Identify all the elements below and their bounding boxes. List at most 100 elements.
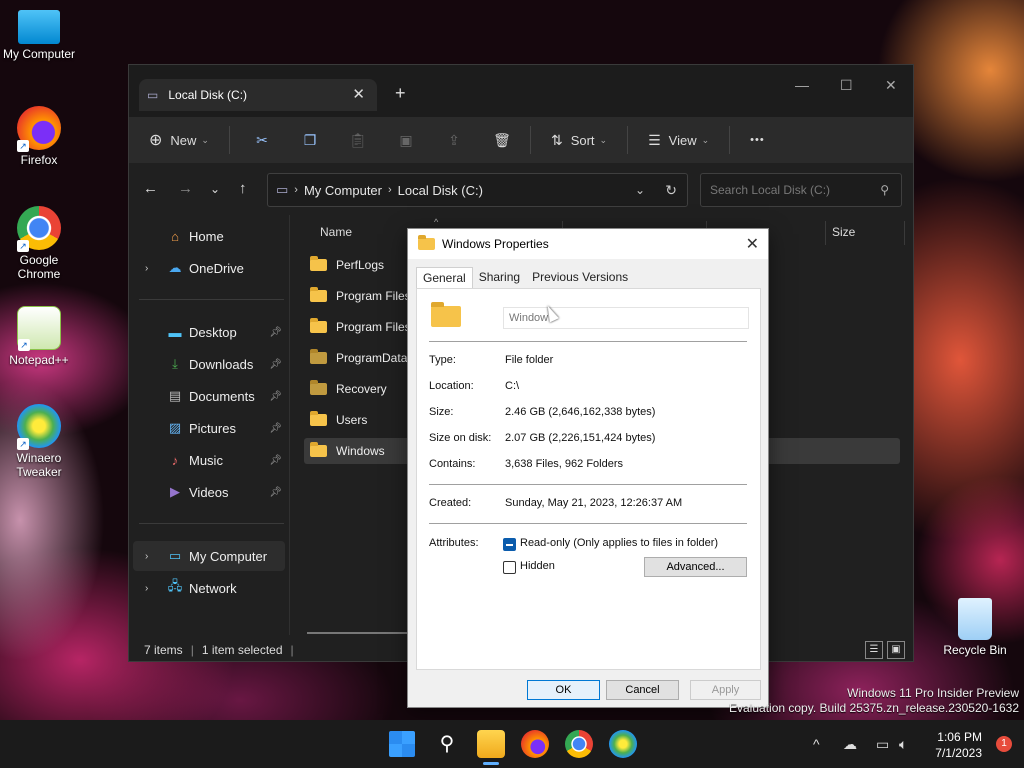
sort-button[interactable]: ⇅ Sort ⌄ xyxy=(541,125,617,155)
sidebar-item-network[interactable]: › 🖧︎ Network xyxy=(133,573,285,603)
cancel-button[interactable]: Cancel xyxy=(606,680,679,700)
chrome-icon[interactable] xyxy=(565,730,593,758)
folder-icon xyxy=(310,256,327,271)
tab-previous-versions[interactable]: Previous Versions xyxy=(526,267,634,289)
network-icon[interactable]: ▭ xyxy=(876,736,889,753)
refresh-icon[interactable]: ↻ xyxy=(665,182,677,199)
paste-icon[interactable]: 📋︎ xyxy=(344,132,372,149)
new-tab-button[interactable]: + xyxy=(395,83,406,104)
breadcrumb-local-disk[interactable]: Local Disk (C:) xyxy=(398,183,483,198)
cut-icon[interactable]: ✂ xyxy=(248,132,276,149)
show-hidden-icons-chevron-icon[interactable]: ^ xyxy=(813,736,820,752)
breadcrumb-separator-icon: › xyxy=(388,184,392,196)
firefox-icon[interactable] xyxy=(521,730,549,758)
delete-icon[interactable]: 🗑︎ xyxy=(488,132,516,149)
desktop-icon-firefox[interactable]: ↗ Firefox xyxy=(1,106,77,167)
winaero-icon: ↗ xyxy=(17,404,61,450)
column-header-name[interactable]: Name xyxy=(320,225,352,245)
volume-icon[interactable]: 🔈︎ xyxy=(899,736,907,753)
clock[interactable]: 1:06 PM 7/1/2023 xyxy=(935,729,982,761)
folder-icon xyxy=(310,318,327,333)
folder-name-field[interactable]: Window xyxy=(503,307,749,329)
hidden-checkbox[interactable] xyxy=(503,561,516,574)
sidebar-item-downloads[interactable]: ⤓ Downloads 📌︎ xyxy=(133,349,285,379)
back-arrow-icon[interactable]: ← xyxy=(143,180,158,197)
desktop-icon-winaero[interactable]: ↗ Winaero Tweaker xyxy=(1,404,77,479)
winaero-icon[interactable] xyxy=(609,730,637,758)
share-icon[interactable]: ⇪ xyxy=(440,132,468,149)
rename-icon[interactable]: ▣ xyxy=(392,132,420,149)
sidebar-item-label: Documents xyxy=(189,388,255,404)
search-icon[interactable]: ⚲ xyxy=(433,730,461,758)
address-bar[interactable]: ▭ › My Computer › Local Disk (C:) ⌄ ↻ xyxy=(267,173,688,207)
shortcut-arrow-icon: ↗ xyxy=(17,140,29,152)
desktop-icon-notepadpp[interactable]: ↗ Notepad++ xyxy=(1,306,77,367)
desktop-icon-recycle-bin[interactable]: Recycle Bin xyxy=(937,598,1013,657)
breadcrumb-my-computer[interactable]: My Computer xyxy=(304,183,382,198)
readonly-checkbox[interactable] xyxy=(503,538,516,551)
chevron-down-icon: ⌄ xyxy=(701,134,710,145)
forward-arrow-icon[interactable]: → xyxy=(178,180,193,197)
expand-chevron-icon[interactable]: › xyxy=(145,583,148,594)
breadcrumb-separator-icon: › xyxy=(294,184,298,196)
tab-title: Local Disk (C:) xyxy=(168,88,248,102)
pin-icon: 📌︎ xyxy=(269,454,282,466)
dialog-title-bar: Windows Properties ✕ xyxy=(408,229,768,259)
tab-general[interactable]: General xyxy=(416,267,473,289)
file-explorer-icon[interactable] xyxy=(477,730,505,758)
copy-icon[interactable]: ❐ xyxy=(296,132,324,149)
tab-local-disk[interactable]: ▭ Local Disk (C:) ✕ xyxy=(139,79,377,111)
up-arrow-icon[interactable]: ↑ xyxy=(239,180,247,197)
search-input[interactable]: Search Local Disk (C:) ⚲ xyxy=(700,173,902,207)
folder-icon xyxy=(418,235,435,250)
view-button[interactable]: ☰ View ⌄ xyxy=(638,125,719,155)
desktop-icon-label: Recycle Bin xyxy=(943,643,1007,657)
address-dropdown-icon[interactable]: ⌄ xyxy=(635,183,645,197)
expand-chevron-icon[interactable]: › xyxy=(145,551,148,562)
sidebar-item-documents[interactable]: ▤ Documents 📌︎ xyxy=(133,381,285,411)
dialog-title: Windows Properties xyxy=(442,237,549,251)
minimize-button[interactable]: — xyxy=(795,77,809,93)
sidebar-item-videos[interactable]: ▶ Videos 📌︎ xyxy=(133,477,285,507)
sidebar-item-music[interactable]: ♪ Music 📌︎ xyxy=(133,445,285,475)
more-options-button[interactable]: ••• xyxy=(740,125,775,155)
onedrive-off-icon[interactable]: ☁ xyxy=(843,736,857,753)
sidebar-item-pictures[interactable]: ▨ Pictures 📌︎ xyxy=(133,413,285,443)
advanced-button[interactable]: Advanced... xyxy=(644,557,747,577)
sidebar-item-onedrive[interactable]: › ☁ OneDrive xyxy=(133,253,285,283)
recent-chevron-icon[interactable]: ⌄ xyxy=(210,182,220,196)
sidebar-divider xyxy=(139,299,284,300)
size-label: Size: xyxy=(429,406,454,418)
sidebar-item-desktop[interactable]: ▬ Desktop 📌︎ xyxy=(133,317,285,347)
apply-button[interactable]: Apply xyxy=(690,680,761,700)
desktop-icon-my-computer[interactable]: My Computer xyxy=(1,10,77,61)
type-value: File folder xyxy=(505,354,554,366)
pin-icon: 📌︎ xyxy=(269,486,282,498)
new-button[interactable]: ⊕ New ⌄ xyxy=(149,125,219,155)
divider xyxy=(429,484,747,485)
desktop-icon-label: My Computer xyxy=(2,47,76,61)
folder-icon xyxy=(310,287,327,302)
ok-button[interactable]: OK xyxy=(527,680,600,700)
tiles-view-icon[interactable]: ▣ xyxy=(887,641,905,659)
start-icon[interactable] xyxy=(389,731,415,757)
sidebar-item-home[interactable]: ⌂ Home xyxy=(133,221,285,251)
chevron-down-icon: ⌄ xyxy=(201,134,209,145)
view-label: View xyxy=(668,132,697,148)
column-divider xyxy=(904,221,905,245)
expand-chevron-icon[interactable]: › xyxy=(145,263,148,274)
maximize-button[interactable]: ☐ xyxy=(840,77,853,94)
sidebar-item-my-computer[interactable]: › ▭ My Computer xyxy=(133,541,285,571)
desktop-icon-chrome[interactable]: ↗ Google Chrome xyxy=(1,206,77,281)
chrome-icon: ↗ xyxy=(17,206,61,252)
column-header-size[interactable]: Size xyxy=(832,225,855,245)
computer-icon: ▭ xyxy=(168,548,182,563)
details-view-icon[interactable]: ☰ xyxy=(865,641,883,659)
close-tab-icon[interactable]: ✕ xyxy=(352,85,365,103)
close-dialog-icon[interactable]: ✕ xyxy=(746,234,759,254)
close-window-button[interactable]: ✕ xyxy=(885,77,897,94)
notification-badge[interactable]: 1 xyxy=(996,736,1012,752)
tab-sharing[interactable]: Sharing xyxy=(473,267,526,289)
plus-circle-icon: ⊕ xyxy=(149,132,163,149)
sidebar-divider xyxy=(139,523,284,524)
